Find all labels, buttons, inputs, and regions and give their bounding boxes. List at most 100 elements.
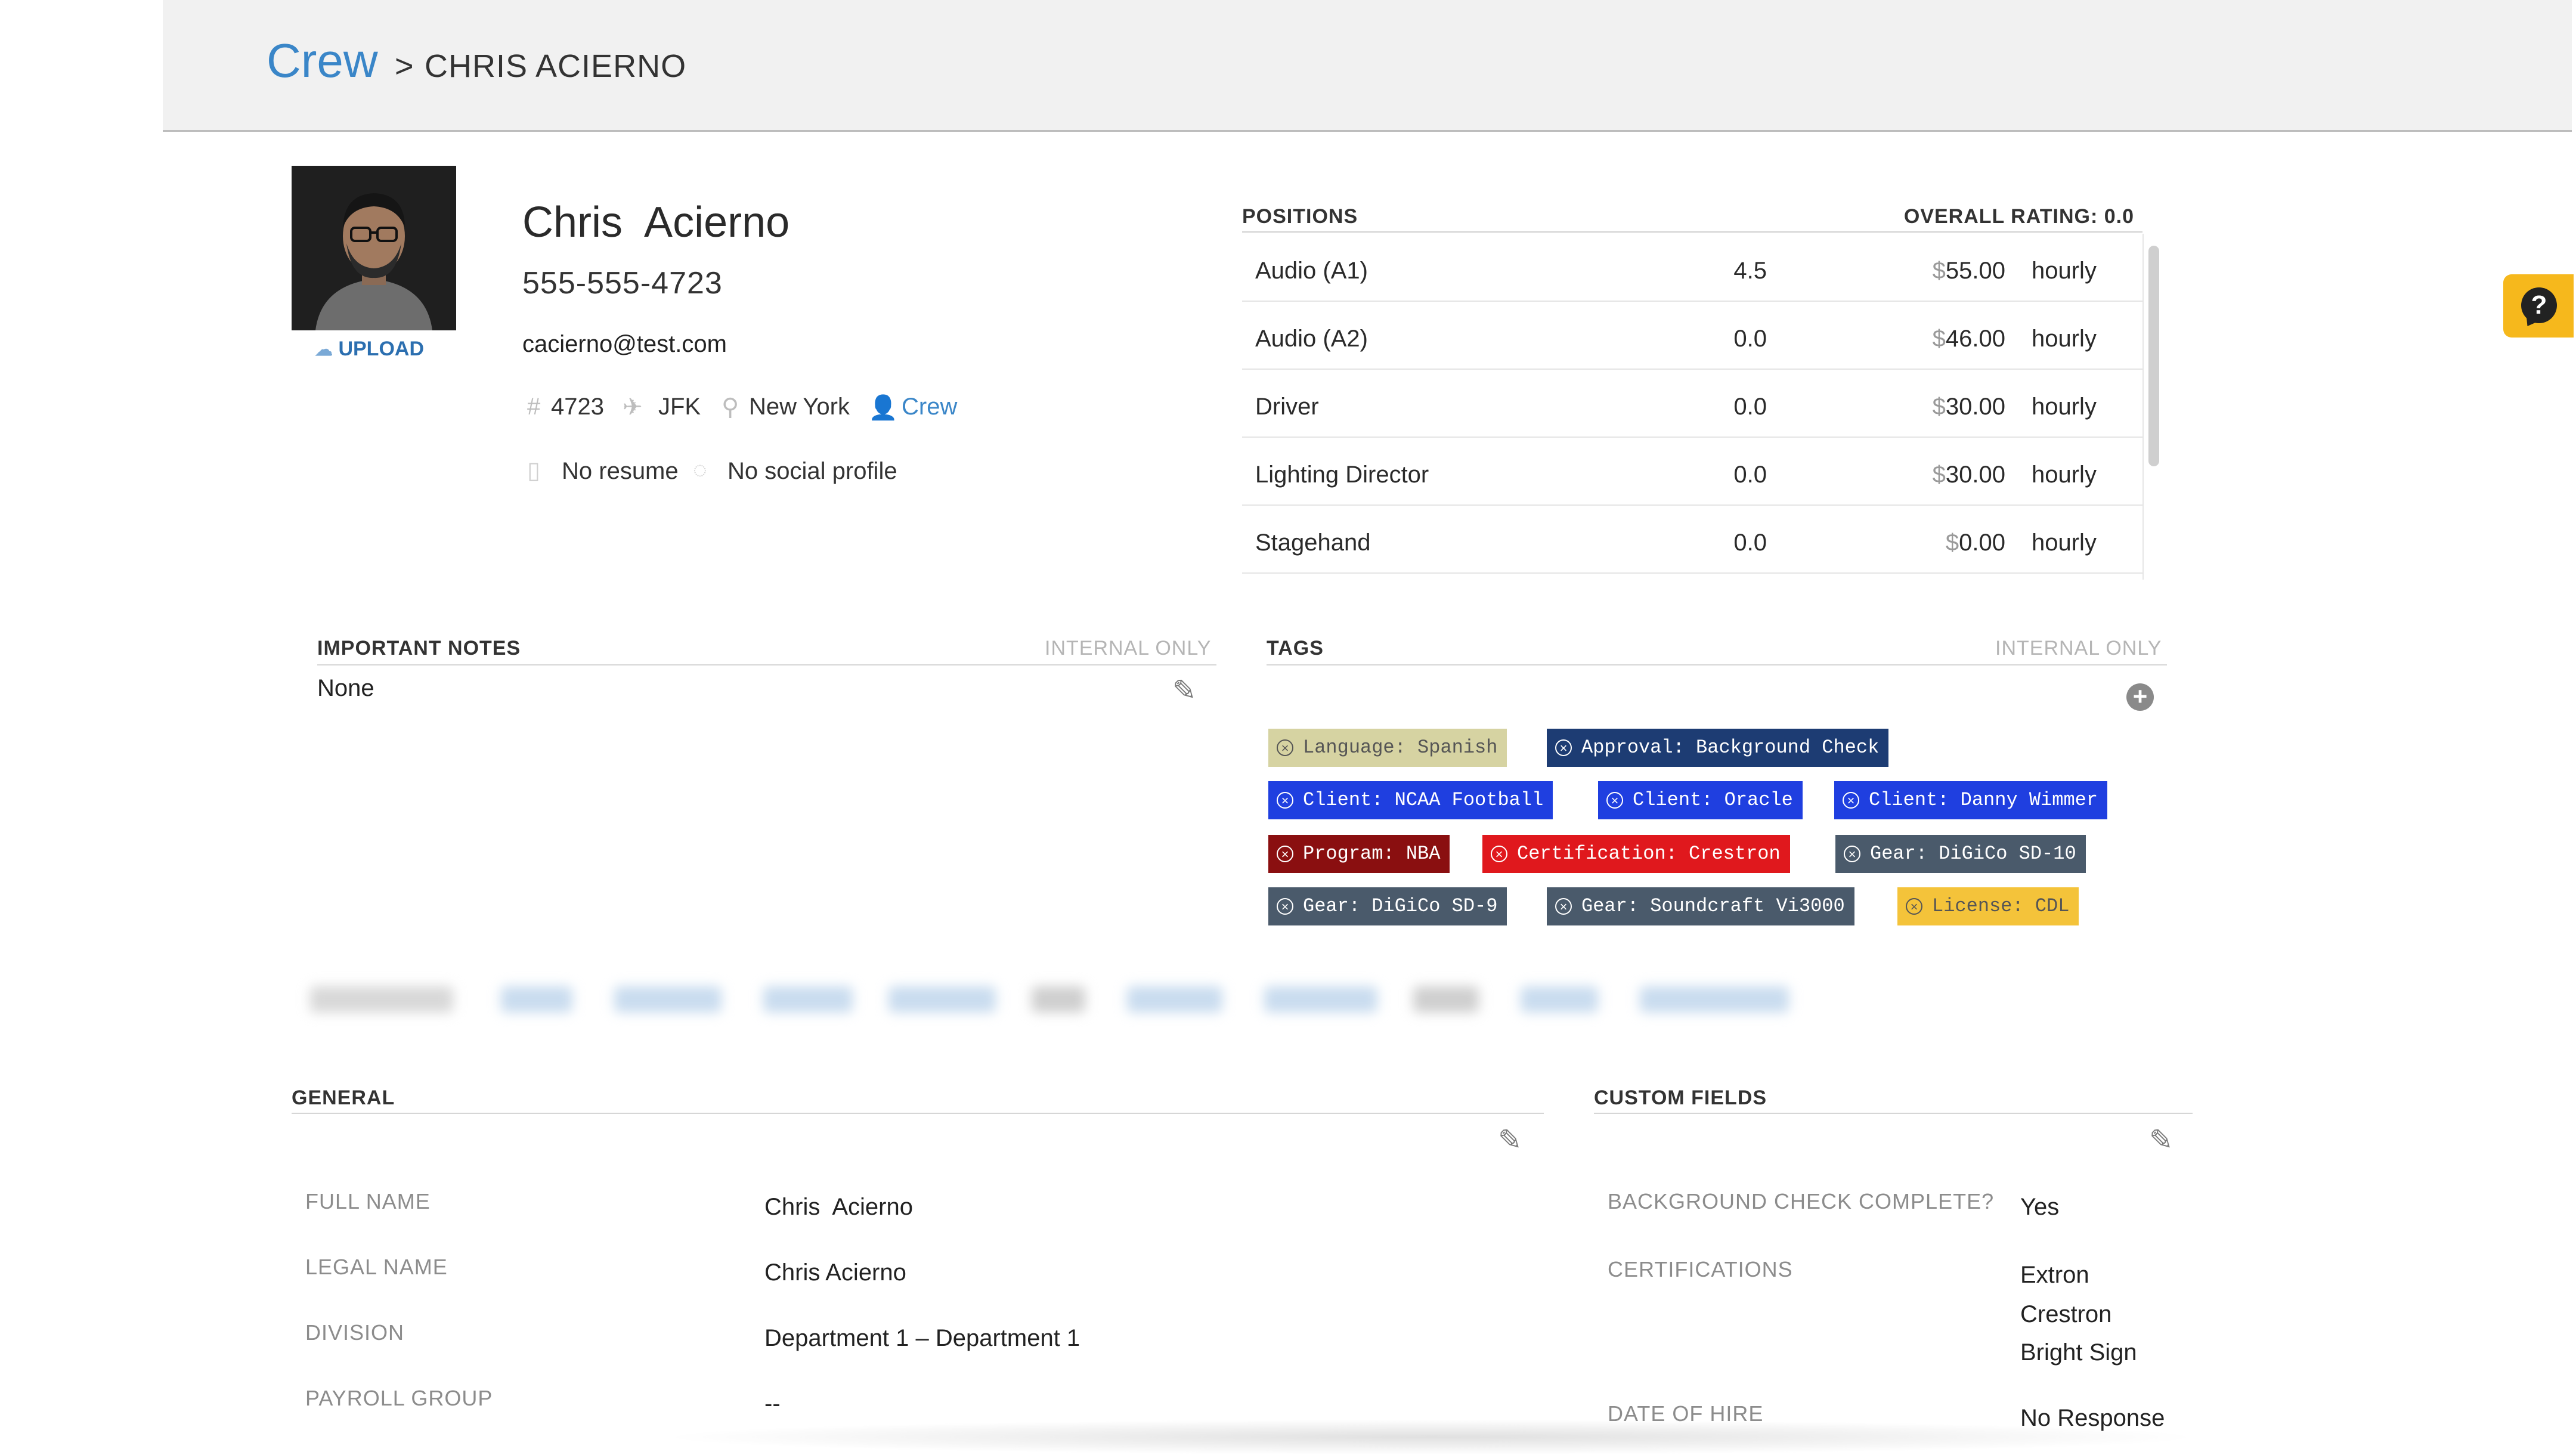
blurred-tab <box>310 986 453 1013</box>
blurred-tab <box>1127 986 1222 1013</box>
position-row[interactable]: Driver 0.0 $30.00 hourly <box>1242 370 2142 438</box>
remove-tag-icon[interactable]: × <box>1843 792 1859 809</box>
bottom-shadow <box>656 1419 2206 1455</box>
position-pay: $30.00 <box>1932 462 2005 488</box>
remove-tag-icon[interactable]: × <box>1844 846 1860 862</box>
person-icon: 👤 <box>868 395 898 421</box>
edit-notes-pencil-icon[interactable]: ✎ <box>1172 674 1196 707</box>
location-pin-icon: ⚲ <box>722 394 739 420</box>
tags-title: TAGS <box>1267 637 1324 660</box>
blurred-tab <box>1032 986 1085 1013</box>
notes-title: IMPORTANT NOTES <box>317 637 521 660</box>
tag-chip[interactable]: × Language: Spanish <box>1268 729 1507 767</box>
custom-fields-divider <box>1594 1113 2193 1114</box>
field-label-division: DIVISION <box>305 1320 405 1345</box>
help-chat-icon: ? <box>2521 287 2557 323</box>
custom-fields-title: CUSTOM FIELDS <box>1594 1086 1767 1109</box>
position-pay-unit: hourly <box>2032 530 2097 556</box>
remove-tag-icon[interactable]: × <box>1555 739 1572 756</box>
field-value-legal-name: Chris Acierno <box>764 1259 906 1286</box>
blurred-tab <box>1521 986 1598 1013</box>
position-name: Lighting Director <box>1255 462 1429 488</box>
position-row[interactable]: Audio (A1) 4.5 $55.00 hourly <box>1242 234 2142 302</box>
tags-internal-label: INTERNAL ONLY <box>1995 637 2162 660</box>
edit-custom-fields-pencil-icon[interactable]: ✎ <box>2149 1123 2173 1157</box>
general-divider <box>292 1113 1544 1114</box>
remove-tag-icon[interactable]: × <box>1606 792 1623 809</box>
position-pay: $30.00 <box>1932 394 2005 420</box>
cloud-upload-icon: ☁ <box>315 340 333 360</box>
hash-icon: # <box>527 394 541 420</box>
remove-tag-icon[interactable]: × <box>1555 898 1572 915</box>
blurred-tab <box>1264 986 1377 1013</box>
remove-tag-icon[interactable]: × <box>1277 739 1293 756</box>
position-rating: 0.0 <box>1733 394 1767 420</box>
edit-general-pencil-icon[interactable]: ✎ <box>1498 1123 1522 1157</box>
remove-tag-icon[interactable]: × <box>1277 846 1293 862</box>
breadcrumb-crew-link[interactable]: Crew <box>267 33 378 88</box>
crew-email[interactable]: cacierno@test.com <box>522 331 727 358</box>
avatar[interactable] <box>292 166 456 330</box>
tag-label: Language: Spanish <box>1303 736 1498 759</box>
position-rating: 0.0 <box>1733 326 1767 352</box>
airplane-icon: ✈ <box>623 394 643 420</box>
tag-chip[interactable]: × License: CDL <box>1897 887 2079 925</box>
position-row[interactable]: Lighting Director 0.0 $30.00 hourly <box>1242 438 2142 506</box>
general-title: GENERAL <box>292 1086 395 1109</box>
remove-tag-icon[interactable]: × <box>1906 898 1922 915</box>
position-pay-unit: hourly <box>2032 394 2097 420</box>
position-name: Audio (A2) <box>1255 326 1368 352</box>
positions-header: POSITIONS OVERALL RATING: 0.0 <box>1242 205 2142 233</box>
remove-tag-icon[interactable]: × <box>1277 898 1293 915</box>
positions-scrollbar[interactable] <box>2148 246 2159 466</box>
field-value-certification: Crestron <box>2020 1301 2112 1327</box>
position-row[interactable]: Stagehand 0.0 $0.00 hourly <box>1242 506 2142 574</box>
tag-chip[interactable]: × Client: NCAA Football <box>1268 781 1553 819</box>
social-profile-icon: ◌ <box>693 457 707 483</box>
tag-label: Gear: DiGiCo SD-10 <box>1870 843 2076 865</box>
crew-location: New York <box>749 394 850 420</box>
position-row[interactable]: Audio (A2) 0.0 $46.00 hourly <box>1242 302 2142 370</box>
tag-chip[interactable]: × Gear: DiGiCo SD-10 <box>1835 835 2086 873</box>
positions-title: POSITIONS <box>1242 205 1358 228</box>
crew-name: Chris Acierno <box>522 199 790 246</box>
crew-phone: 555-555-4723 <box>522 266 723 301</box>
upload-button[interactable]: ☁ UPLOAD <box>315 338 424 361</box>
remove-tag-icon[interactable]: × <box>1277 792 1293 809</box>
tag-chip[interactable]: × Client: Danny Wimmer <box>1834 781 2108 819</box>
blurred-tab <box>1413 986 1479 1013</box>
tag-label: Program: NBA <box>1303 843 1441 865</box>
crew-group-link[interactable]: Crew <box>902 394 957 420</box>
blurred-tab <box>614 986 722 1013</box>
position-name: Driver <box>1255 394 1319 420</box>
notes-internal-label: INTERNAL ONLY <box>1045 637 1212 660</box>
crew-id-number: 4723 <box>551 394 604 420</box>
tag-chip[interactable]: × Approval: Background Check <box>1547 729 1889 767</box>
tag-chip[interactable]: × Client: Oracle <box>1598 781 1803 819</box>
resume-status: No resume <box>562 458 679 484</box>
tag-chip[interactable]: × Gear: DiGiCo SD-9 <box>1268 887 1507 925</box>
tag-chip[interactable]: × Gear: Soundcraft Vi3000 <box>1547 887 1854 925</box>
upload-label: UPLOAD <box>338 338 425 360</box>
tag-label: Approval: Background Check <box>1581 736 1880 759</box>
field-value-certification: Bright Sign <box>2020 1339 2137 1366</box>
field-label-certifications: CERTIFICATIONS <box>1608 1257 1793 1281</box>
notes-divider <box>317 664 1216 665</box>
tag-label: Client: NCAA Football <box>1303 789 1544 811</box>
blurred-tab <box>763 986 853 1013</box>
tag-label: Client: Danny Wimmer <box>1869 789 2098 811</box>
help-button[interactable]: ? <box>2503 274 2574 338</box>
add-tag-plus-icon[interactable]: + <box>2126 683 2154 711</box>
breadcrumb-separator: > <box>395 48 414 84</box>
field-label-background-check: BACKGROUND CHECK COMPLETE? <box>1608 1189 1995 1213</box>
remove-tag-icon[interactable]: × <box>1491 846 1507 862</box>
position-pay: $55.00 <box>1932 258 2005 284</box>
tag-label: Gear: DiGiCo SD-9 <box>1303 895 1498 917</box>
field-value-certification: Extron <box>2020 1262 2089 1288</box>
tag-chip[interactable]: × Certification: Crestron <box>1482 835 1790 873</box>
tag-label: Certification: Crestron <box>1517 843 1781 865</box>
tag-label: Gear: Soundcraft Vi3000 <box>1581 895 1845 917</box>
tag-chip[interactable]: × Program: NBA <box>1268 835 1450 873</box>
positions-table: Audio (A1) 4.5 $55.00 hourly Audio (A2) … <box>1242 234 2144 580</box>
blurred-tab <box>888 986 996 1013</box>
